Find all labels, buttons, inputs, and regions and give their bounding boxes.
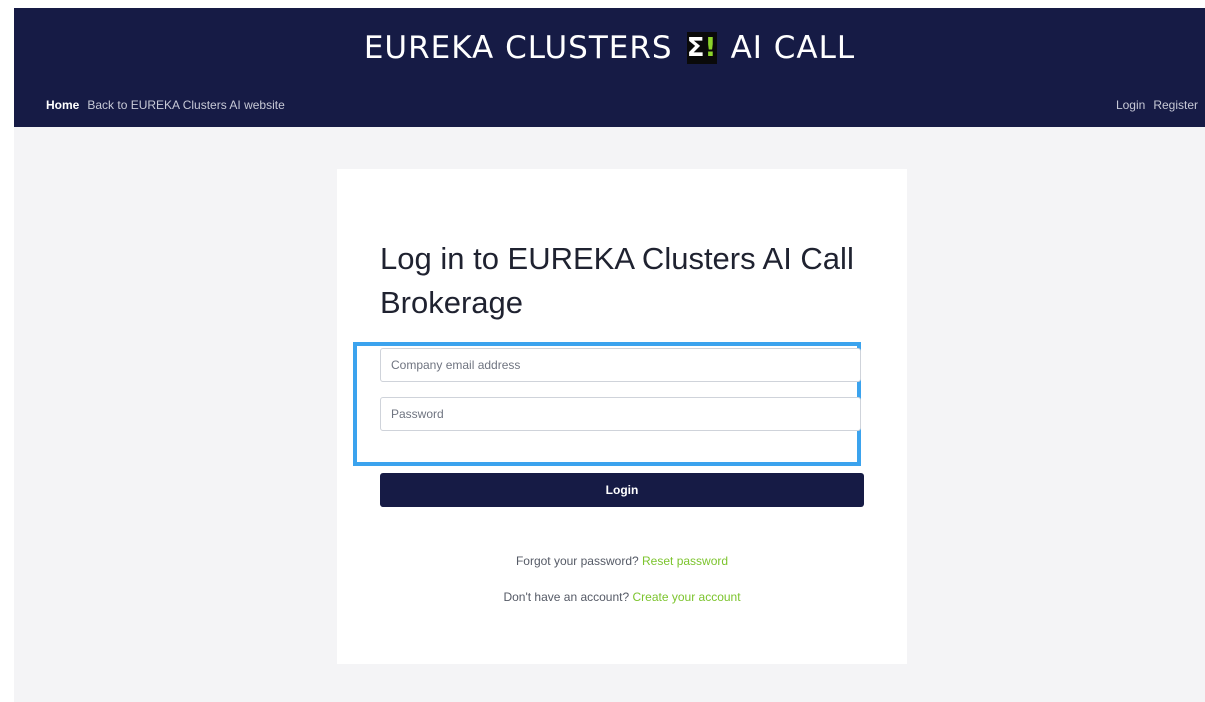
password-field[interactable] xyxy=(380,397,861,431)
brand-logo[interactable]: EUREKA CLUSTERS Σ! AI CALL xyxy=(14,28,1205,68)
nav-register-link[interactable]: Register xyxy=(1153,98,1198,112)
brand-name-left: EUREKA CLUSTERS xyxy=(363,30,673,66)
signup-text: Don't have an account? Create your accou… xyxy=(337,590,907,604)
brand-name-right: AI CALL xyxy=(730,30,856,66)
forgot-password-text: Forgot your password? Reset password xyxy=(337,554,907,568)
login-card: Log in to EUREKA Clusters AI Call Broker… xyxy=(337,169,907,664)
nav-login-link[interactable]: Login xyxy=(1116,98,1145,112)
primary-nav: Home Back to EUREKA Clusters AI website xyxy=(46,98,285,112)
email-field[interactable] xyxy=(380,348,861,382)
logo-exclamation: ! xyxy=(704,33,717,63)
logo-sigma: Σ xyxy=(686,33,705,63)
forgot-password-label: Forgot your password? xyxy=(515,554,639,568)
reset-password-link[interactable]: Reset password xyxy=(642,554,728,568)
nav-back-to-website-link[interactable]: Back to EUREKA Clusters AI website xyxy=(87,98,284,112)
signup-label: Don't have an account? xyxy=(503,590,630,604)
page-title: Log in to EUREKA Clusters AI Call Broker… xyxy=(380,241,854,320)
nav-home-link[interactable]: Home xyxy=(46,98,79,112)
account-nav: Login Register xyxy=(1116,98,1198,112)
create-account-link[interactable]: Create your account xyxy=(633,590,741,604)
sigma-logo-icon: Σ! xyxy=(686,32,717,64)
top-header: EUREKA CLUSTERS Σ! AI CALL Home Back to … xyxy=(14,8,1205,127)
login-button[interactable]: Login xyxy=(380,473,864,507)
